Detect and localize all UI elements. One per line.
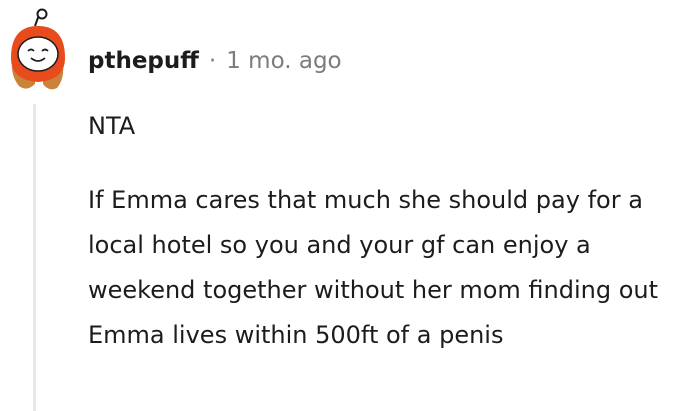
comment-timestamp[interactable]: 1 mo. ago xyxy=(226,48,341,74)
user-avatar[interactable] xyxy=(5,4,71,94)
comment-paragraph: NTA xyxy=(88,112,136,140)
username-link[interactable]: pthepuff xyxy=(88,48,199,74)
comment: pthepuff · 1 mo. ago NTA If Emma cares t… xyxy=(0,0,700,411)
comment-body: NTA If Emma cares that much she should p… xyxy=(88,106,688,358)
thread-collapse-line[interactable] xyxy=(33,104,36,411)
comment-header: pthepuff · 1 mo. ago xyxy=(88,44,342,78)
reddit-snoo-avatar-icon xyxy=(11,8,65,90)
comment-paragraph: If Emma cares that much she should pay f… xyxy=(88,186,659,349)
meta-separator: · xyxy=(208,48,217,74)
